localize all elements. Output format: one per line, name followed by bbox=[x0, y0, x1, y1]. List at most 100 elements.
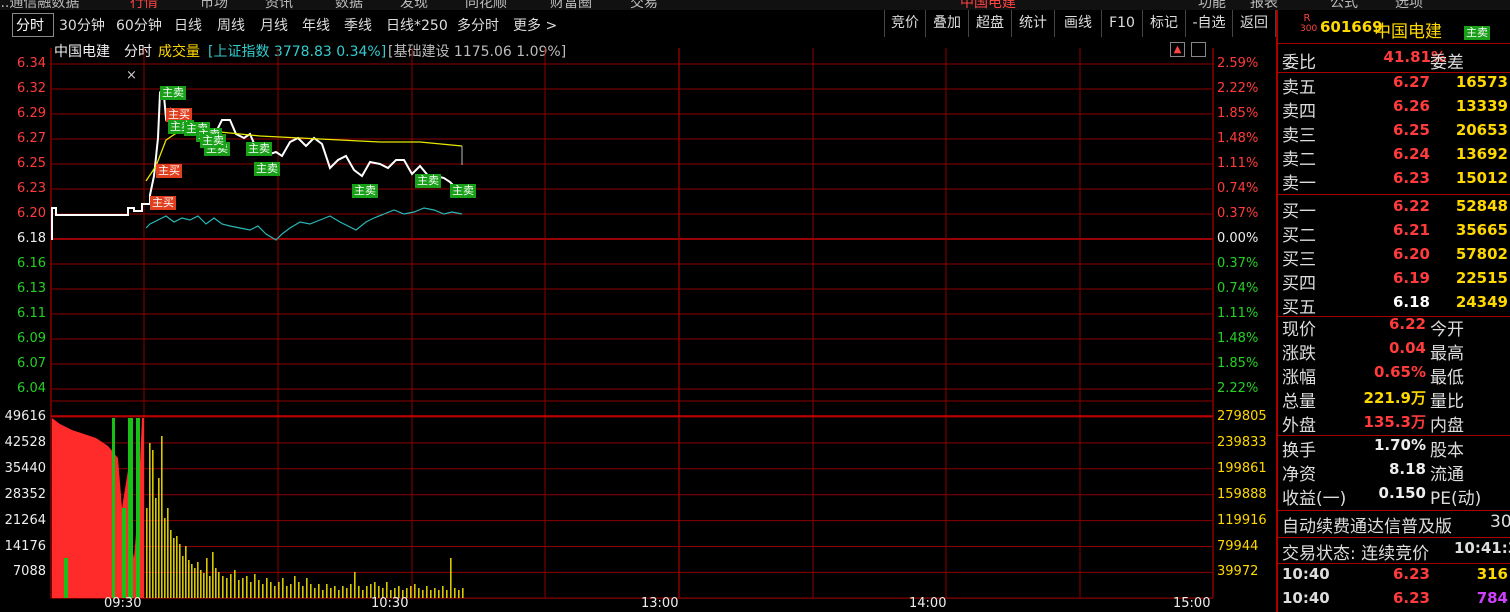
tab-quarterly[interactable]: 季线 bbox=[344, 15, 372, 35]
sell-level-row[interactable]: 卖三 6.25 20653 bbox=[1282, 121, 1510, 146]
buy-level-row[interactable]: 买三 6.20 57802 bbox=[1282, 245, 1510, 270]
f10-button[interactable]: F10 bbox=[1101, 10, 1142, 37]
tick-price: 6.23 bbox=[1392, 565, 1430, 583]
tab-60min[interactable]: 60分钟 bbox=[116, 15, 162, 35]
top-menu-item[interactable]: 发现 bbox=[400, 0, 428, 10]
volume-tick-label-right: 239833 bbox=[1217, 434, 1267, 450]
sell-level-row[interactable]: 卖四 6.26 13339 bbox=[1282, 97, 1510, 122]
volume-bar bbox=[438, 590, 440, 598]
weibi-row: 委比 41.81% 委差 bbox=[1282, 48, 1510, 73]
orderbook-price: 6.23 bbox=[1392, 169, 1430, 187]
top-menu-item[interactable]: 财富圈 bbox=[550, 0, 592, 10]
top-menu-item[interactable]: 行情 bbox=[130, 0, 158, 10]
pct-tick-label: 0.74% bbox=[1217, 281, 1259, 296]
volume-bar bbox=[326, 584, 328, 598]
stat-label: 外盘 bbox=[1282, 416, 1316, 436]
volume-bar bbox=[366, 586, 368, 598]
volume-tick-label: 21264 bbox=[4, 512, 46, 528]
stat-label-2: 最高 bbox=[1430, 344, 1464, 364]
volume-bar bbox=[188, 560, 190, 598]
status-row: 交易状态: 连续竞价 10:41:3 bbox=[1282, 539, 1510, 564]
divider bbox=[1278, 43, 1510, 44]
pct-tick-label: 0.37% bbox=[1217, 206, 1259, 221]
top-menu-item[interactable]: 公式 bbox=[1330, 0, 1358, 10]
tab-daily-250[interactable]: 日线*250 bbox=[386, 15, 448, 35]
mark-button[interactable]: 标记 bbox=[1142, 10, 1185, 37]
active-sell-badge: 主卖 bbox=[415, 174, 441, 188]
volume-tick-label: 42528 bbox=[4, 434, 46, 450]
active-sell-badge: 主卖 bbox=[246, 142, 272, 156]
stat-label: 换手 bbox=[1282, 441, 1316, 461]
stat-label-2: 股本 bbox=[1430, 441, 1464, 461]
volume-bar bbox=[246, 576, 248, 598]
orderbook-level-label: 卖一 bbox=[1282, 174, 1316, 194]
back-button[interactable]: 返回 bbox=[1232, 10, 1276, 37]
volume-bar bbox=[362, 590, 364, 598]
remove-watchlist-button[interactable]: -自选 bbox=[1185, 10, 1232, 37]
volume-bar bbox=[152, 450, 154, 598]
stats-button[interactable]: 统计 bbox=[1011, 10, 1054, 37]
orderbook-price: 6.26 bbox=[1392, 97, 1430, 115]
stat-row: 收益(一) 0.150 PE(动) bbox=[1282, 484, 1510, 509]
orderbook-level-label: 卖三 bbox=[1282, 126, 1316, 146]
buy-level-row[interactable]: 买四 6.19 22515 bbox=[1282, 269, 1510, 294]
call-auction-button[interactable]: 竞价 bbox=[884, 10, 925, 37]
volume-bar bbox=[318, 584, 320, 598]
volume-bar bbox=[442, 586, 444, 598]
tab-30min[interactable]: 30分钟 bbox=[59, 15, 105, 35]
top-menu-item[interactable]: 资讯 bbox=[265, 0, 293, 10]
orderbook-volume: 13692 bbox=[1455, 145, 1508, 163]
orderbook-price: 6.20 bbox=[1392, 245, 1430, 263]
buy-level-row[interactable]: 买二 6.21 35665 bbox=[1282, 221, 1510, 246]
pct-tick-label: 1.11% bbox=[1217, 156, 1259, 171]
sell-level-row[interactable]: 卖五 6.27 16573 bbox=[1282, 73, 1510, 98]
super-button[interactable]: 超盘 bbox=[968, 10, 1011, 37]
divider bbox=[1278, 563, 1510, 564]
fee-text[interactable]: 自动续费通达信普及版 bbox=[1282, 512, 1452, 537]
quote-panel: R 300 601669 中国电建 主卖 委比 41.81% 委差 卖五 6.27… bbox=[1276, 10, 1510, 612]
tab-daily[interactable]: 日线 bbox=[174, 15, 202, 35]
volume-bar bbox=[278, 582, 280, 598]
volume-bar bbox=[206, 558, 208, 598]
stat-value: 135.3万 bbox=[1363, 413, 1426, 431]
volume-bar bbox=[458, 590, 460, 598]
top-menu-item[interactable]: 同花顺 bbox=[465, 0, 507, 10]
top-menu-item[interactable]: 中国电建 bbox=[960, 0, 1016, 10]
tab-multi-intraday[interactable]: 多分时 bbox=[457, 15, 499, 35]
sell-level-row[interactable]: 卖二 6.24 13692 bbox=[1282, 145, 1510, 170]
volume-bar bbox=[200, 570, 202, 598]
buy-level-row[interactable]: 买一 6.22 52848 bbox=[1282, 197, 1510, 222]
buy-level-row[interactable]: 买五 6.18 24349 bbox=[1282, 293, 1510, 318]
pct-tick-label: 2.22% bbox=[1217, 381, 1259, 396]
draw-line-button[interactable]: 画线 bbox=[1054, 10, 1101, 37]
price-tick-label: 6.23 bbox=[17, 181, 46, 196]
pct-tick-label: 2.59% bbox=[1217, 56, 1259, 71]
fee-row[interactable]: 自动续费通达信普及版 30 bbox=[1282, 512, 1510, 537]
top-menu-item[interactable]: 报表 bbox=[1250, 0, 1278, 10]
stat-value: 6.22 bbox=[1388, 315, 1426, 333]
tab-more[interactable]: 更多 > bbox=[513, 15, 557, 35]
top-menu-item[interactable]: ...通信融数据 bbox=[0, 0, 79, 10]
volume-bar bbox=[294, 576, 296, 598]
tab-yearly[interactable]: 年线 bbox=[302, 15, 330, 35]
top-menu-item[interactable]: 交易 bbox=[630, 0, 658, 10]
top-menu-item[interactable]: 市场 bbox=[200, 0, 228, 10]
top-menu-item[interactable]: 功能 bbox=[1198, 0, 1226, 10]
volume-bar bbox=[161, 436, 163, 598]
tab-monthly[interactable]: 月线 bbox=[260, 15, 288, 35]
volume-bar bbox=[155, 498, 157, 598]
top-menu-item[interactable]: 数据 bbox=[335, 0, 363, 10]
volume-bar bbox=[194, 568, 196, 598]
overlay-button[interactable]: 叠加 bbox=[925, 10, 968, 37]
volume-bar bbox=[203, 573, 205, 598]
tab-weekly[interactable]: 周线 bbox=[217, 15, 245, 35]
volume-bar bbox=[286, 586, 288, 598]
top-menu-item[interactable]: 选项 bbox=[1395, 0, 1423, 10]
stock-name: 中国电建 bbox=[1374, 22, 1442, 42]
tick-row: 10:40 6.23 784 bbox=[1282, 589, 1510, 612]
stat-row: 净资 8.18 流通 bbox=[1282, 460, 1510, 485]
price-tick-label: 6.11 bbox=[17, 306, 46, 321]
orderbook-volume: 52848 bbox=[1455, 197, 1508, 215]
price-tick-label: 6.34 bbox=[17, 56, 46, 71]
sell-level-row[interactable]: 卖一 6.23 15012 bbox=[1282, 169, 1510, 194]
